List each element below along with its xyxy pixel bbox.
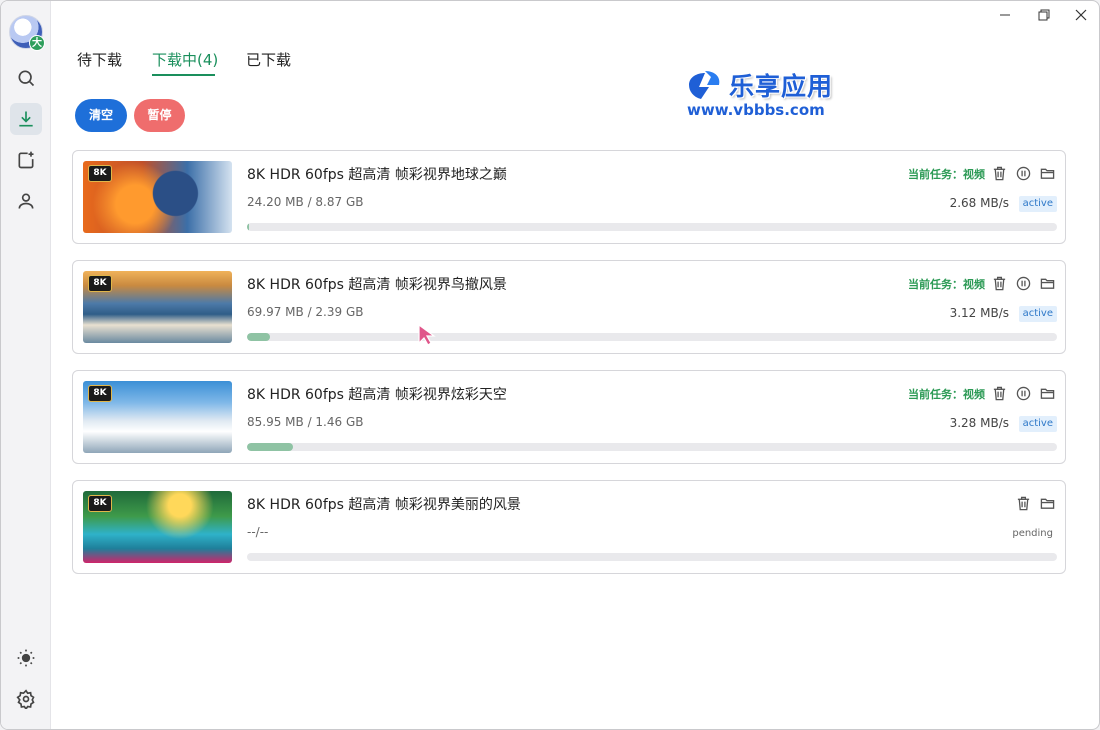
download-size: 24.20 MB / 8.87 GB xyxy=(247,195,364,209)
mouse-cursor-icon xyxy=(418,323,436,346)
active-tab-indicator xyxy=(152,74,215,76)
settings-gear-icon xyxy=(16,689,35,709)
tab-downloaded[interactable]: 已下载 xyxy=(246,49,291,70)
folder-icon xyxy=(1040,278,1054,289)
pause-button[interactable] xyxy=(1014,274,1032,292)
app-window: 大 待下载 下载中(4) 已下载 乐享应用 www.vbbbs.com 清空 暂… xyxy=(0,0,1100,730)
watermark-logo: 乐享应用 www.vbbbs.com xyxy=(685,67,857,121)
status-badge: active xyxy=(1018,306,1057,322)
trash-icon xyxy=(993,276,1005,290)
download-speed: 3.28 MB/s xyxy=(949,416,1009,430)
status-badge: active xyxy=(1018,416,1057,432)
8k-badge: 8K xyxy=(88,495,112,512)
trash-icon xyxy=(993,166,1005,180)
clear-button[interactable]: 清空 xyxy=(75,99,127,132)
pause-circle-icon xyxy=(1016,276,1030,290)
progress-bar xyxy=(247,553,1057,561)
progress-bar xyxy=(247,443,1057,451)
download-item: 8K 8K HDR 60fps 超高清 帧彩视界鸟撤风景 69.97 MB / … xyxy=(72,260,1066,354)
folder-icon xyxy=(1040,388,1054,399)
open-folder-button[interactable] xyxy=(1038,384,1056,402)
trash-icon xyxy=(993,386,1005,400)
8k-badge: 8K xyxy=(88,275,112,292)
download-speed: 2.68 MB/s xyxy=(949,196,1009,210)
video-thumbnail: 8K xyxy=(83,161,232,233)
logo-title: 乐享应用 xyxy=(729,72,834,101)
video-thumbnail: 8K xyxy=(83,491,232,563)
current-task-label: 当前任务：视频 xyxy=(908,388,985,401)
restore-icon xyxy=(1038,9,1050,21)
status-badge: pending xyxy=(1012,528,1053,539)
sidebar: 大 xyxy=(1,1,51,729)
add-task-icon xyxy=(18,151,34,169)
current-task-label: 当前任务：视频 xyxy=(908,278,985,291)
pause-circle-icon xyxy=(1016,166,1030,180)
download-title: 8K HDR 60fps 超高清 帧彩视界地球之巅 xyxy=(247,167,507,183)
open-folder-button[interactable] xyxy=(1038,274,1056,292)
folder-icon xyxy=(1040,168,1054,179)
trash-icon xyxy=(1017,496,1029,510)
current-task-label: 当前任务：视频 xyxy=(908,168,985,181)
progress-fill xyxy=(247,223,250,231)
download-title: 8K HDR 60fps 超高清 帧彩视界美丽的风景 xyxy=(247,497,521,513)
download-item: 8K 8K HDR 60fps 超高清 帧彩视界美丽的风景 --/-- pend… xyxy=(72,480,1066,574)
download-title: 8K HDR 60fps 超高清 帧彩视界炫彩天空 xyxy=(247,387,507,403)
pause-all-button[interactable]: 暂停 xyxy=(134,99,185,132)
minimize-icon xyxy=(1000,14,1010,16)
avatar[interactable]: 大 xyxy=(9,15,45,51)
settings-button[interactable] xyxy=(10,683,42,715)
download-size: --/-- xyxy=(247,525,269,539)
progress-fill xyxy=(247,333,271,341)
status-badge: active xyxy=(1018,196,1057,212)
download-item: 8K 8K HDR 60fps 超高清 帧彩视界炫彩天空 85.95 MB / … xyxy=(72,370,1066,464)
download-title: 8K HDR 60fps 超高清 帧彩视界鸟撤风景 xyxy=(247,277,507,293)
8k-badge: 8K xyxy=(88,165,112,182)
video-thumbnail: 8K xyxy=(83,381,232,453)
progress-fill xyxy=(247,443,294,451)
delete-button[interactable] xyxy=(990,164,1008,182)
open-folder-button[interactable] xyxy=(1038,164,1056,182)
progress-bar xyxy=(247,223,1057,231)
delete-button[interactable] xyxy=(990,274,1008,292)
sidebar-item-search[interactable] xyxy=(10,62,42,94)
avatar-badge: 大 xyxy=(29,35,45,51)
sidebar-item-user[interactable] xyxy=(10,185,42,217)
search-icon xyxy=(18,70,35,87)
8k-badge: 8K xyxy=(88,385,112,402)
logo-mark-icon xyxy=(689,71,720,99)
close-button[interactable] xyxy=(1067,5,1095,25)
download-item: 8K 8K HDR 60fps 超高清 帧彩视界地球之巅 24.20 MB / … xyxy=(72,150,1066,244)
download-size: 85.95 MB / 1.46 GB xyxy=(247,415,364,429)
pause-circle-icon xyxy=(1016,386,1030,400)
pause-button[interactable] xyxy=(1014,164,1032,182)
open-folder-button[interactable] xyxy=(1038,494,1056,512)
logo-url: www.vbbbs.com xyxy=(687,101,825,119)
close-icon xyxy=(1075,9,1087,21)
download-speed: 3.12 MB/s xyxy=(949,306,1009,320)
folder-icon xyxy=(1040,498,1054,509)
theme-sun-icon xyxy=(17,649,35,667)
restore-button[interactable] xyxy=(1030,5,1058,25)
minimize-button[interactable] xyxy=(991,5,1019,25)
delete-button[interactable] xyxy=(1014,494,1032,512)
pause-button[interactable] xyxy=(1014,384,1032,402)
progress-bar xyxy=(247,333,1057,341)
delete-button[interactable] xyxy=(990,384,1008,402)
download-icon xyxy=(19,111,33,127)
video-thumbnail: 8K xyxy=(83,271,232,343)
download-size: 69.97 MB / 2.39 GB xyxy=(247,305,364,319)
user-icon xyxy=(18,193,34,209)
theme-toggle-button[interactable] xyxy=(10,642,42,674)
sidebar-item-downloads[interactable] xyxy=(10,103,42,135)
tab-downloading[interactable]: 下载中(4) xyxy=(152,49,218,70)
tab-pending[interactable]: 待下载 xyxy=(77,49,122,70)
sidebar-item-new-task[interactable] xyxy=(10,144,42,176)
